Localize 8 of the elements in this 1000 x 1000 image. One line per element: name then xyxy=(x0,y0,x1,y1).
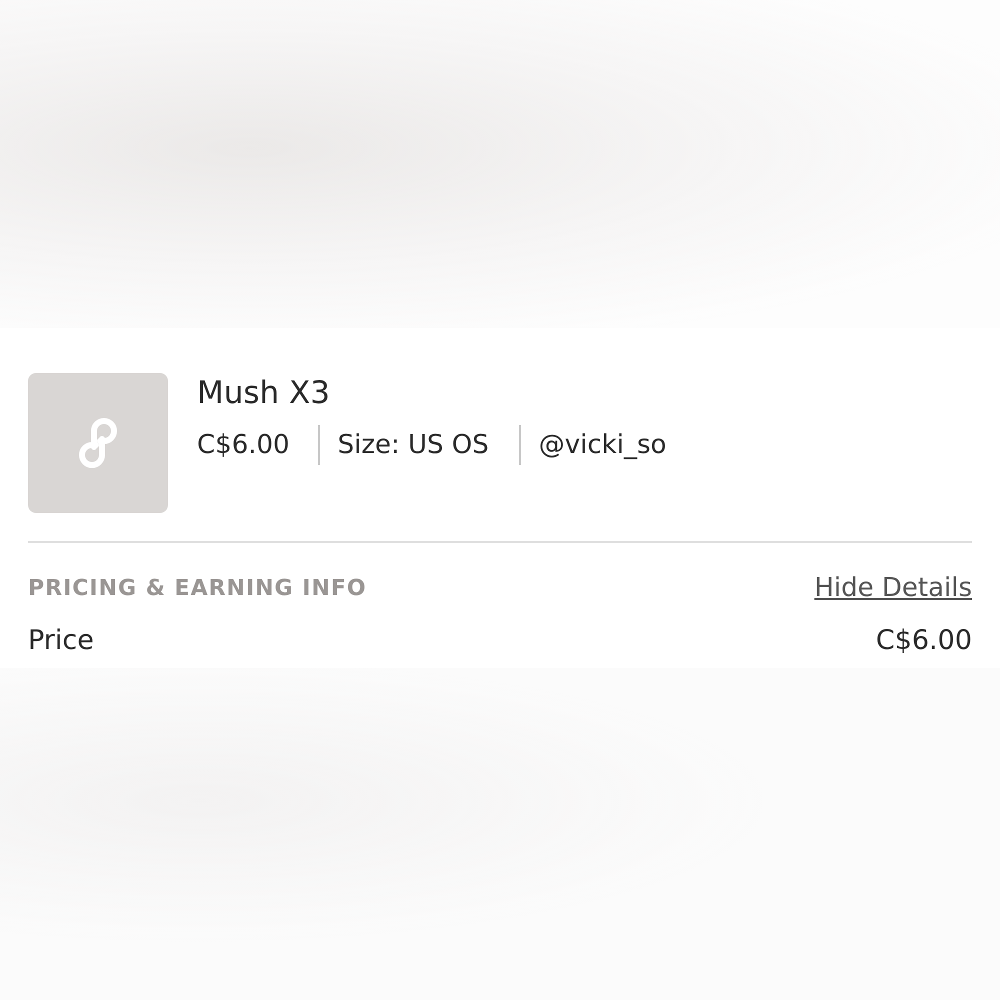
seller-username: @vicki_so xyxy=(538,430,666,460)
item-title: Mush X3 xyxy=(197,374,332,413)
hide-details-link[interactable]: Hide Details xyxy=(814,573,972,603)
section-heading: PRICING & EARNING INFO xyxy=(28,576,367,600)
row-label: Price xyxy=(28,625,94,656)
row-value: C$6.00 xyxy=(876,625,972,656)
item-price: C$6.00 xyxy=(197,430,290,460)
item-size: Size: US OS xyxy=(338,430,489,460)
